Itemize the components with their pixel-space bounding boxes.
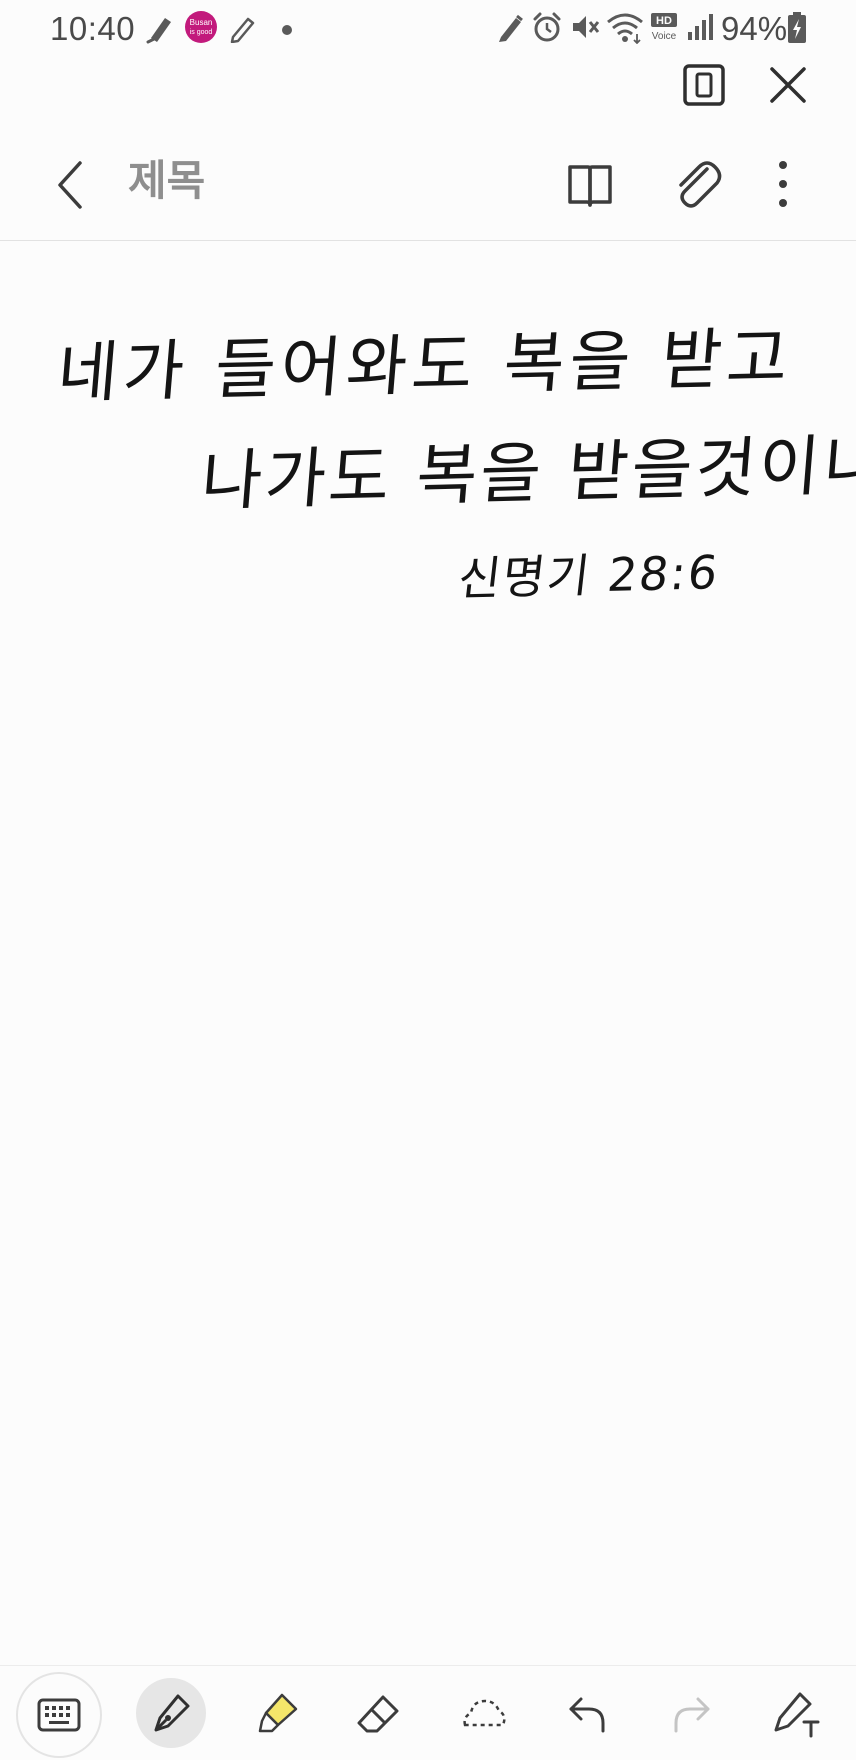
eraser-tool-button[interactable] bbox=[342, 1678, 414, 1750]
book-icon bbox=[568, 165, 612, 207]
paperclip-icon bbox=[679, 161, 722, 208]
pen-to-text-icon bbox=[774, 1692, 820, 1738]
samsung-notes-screen: 10:40 Busan is good HD Voice 94% 제목 네가 들… bbox=[0, 0, 856, 1760]
svg-text:HD: HD bbox=[656, 15, 672, 27]
popup-view-button[interactable] bbox=[679, 60, 729, 110]
undo-icon bbox=[569, 1697, 605, 1733]
close-icon bbox=[770, 67, 806, 103]
alarm-icon bbox=[531, 11, 563, 48]
more-notifications-dot-icon bbox=[281, 23, 293, 41]
hd-voice-icon: HD Voice bbox=[648, 12, 682, 47]
back-button[interactable] bbox=[42, 155, 102, 215]
pen-tool-button[interactable] bbox=[136, 1678, 206, 1748]
status-bar: 10:40 Busan is good HD Voice 94% bbox=[0, 0, 856, 58]
handwriting-line-2: 나가도 복을 받을것이니라 bbox=[198, 424, 856, 520]
status-time: 10:40 bbox=[50, 10, 136, 47]
pen-notification-icon bbox=[145, 12, 175, 49]
wifi-icon bbox=[606, 10, 644, 49]
more-vertical-icon bbox=[779, 161, 787, 207]
more-options-button[interactable] bbox=[753, 155, 813, 215]
close-window-button[interactable] bbox=[763, 60, 813, 110]
svg-text:is good: is good bbox=[190, 29, 213, 36]
svg-text:Busan: Busan bbox=[190, 18, 213, 27]
note-title-input[interactable] bbox=[126, 156, 430, 206]
signal-icon bbox=[686, 12, 716, 47]
pen-toolbar bbox=[0, 1665, 856, 1760]
reading-mode-button[interactable] bbox=[560, 155, 620, 215]
keyboard-button[interactable] bbox=[16, 1672, 102, 1758]
undo-button[interactable] bbox=[552, 1678, 624, 1750]
highlighter-icon bbox=[258, 1693, 298, 1733]
pencil-notification-icon bbox=[228, 13, 258, 48]
attach-button[interactable] bbox=[667, 155, 727, 215]
pen-to-text-button[interactable] bbox=[760, 1678, 832, 1750]
handwriting-line-3: 신명기 28:6 bbox=[455, 544, 723, 606]
handwriting-canvas[interactable]: 네가 들어와도 복을 받고 나가도 복을 받을것이니라 신명기 28:6 bbox=[0, 241, 856, 1661]
highlighter-tool-button[interactable] bbox=[241, 1678, 313, 1750]
keyboard-icon bbox=[37, 1698, 81, 1732]
battery-charging-icon bbox=[787, 12, 807, 49]
battery-percent: 94% bbox=[721, 10, 788, 47]
redo-button[interactable] bbox=[655, 1678, 727, 1750]
lasso-select-icon bbox=[463, 1699, 506, 1727]
mute-icon bbox=[569, 11, 601, 48]
lasso-select-button[interactable] bbox=[448, 1678, 520, 1750]
svg-text:Voice: Voice bbox=[652, 31, 677, 42]
fountain-pen-icon bbox=[154, 1694, 190, 1732]
busan-app-badge-icon: Busan is good bbox=[184, 10, 218, 49]
redo-icon bbox=[674, 1697, 710, 1733]
popup-view-icon bbox=[683, 64, 725, 106]
s-pen-icon bbox=[495, 12, 525, 49]
handwriting-line-1: 네가 들어와도 복을 받고 bbox=[54, 319, 796, 412]
chevron-left-icon bbox=[58, 161, 82, 209]
eraser-icon bbox=[357, 1695, 399, 1733]
note-toolbar bbox=[0, 130, 856, 240]
